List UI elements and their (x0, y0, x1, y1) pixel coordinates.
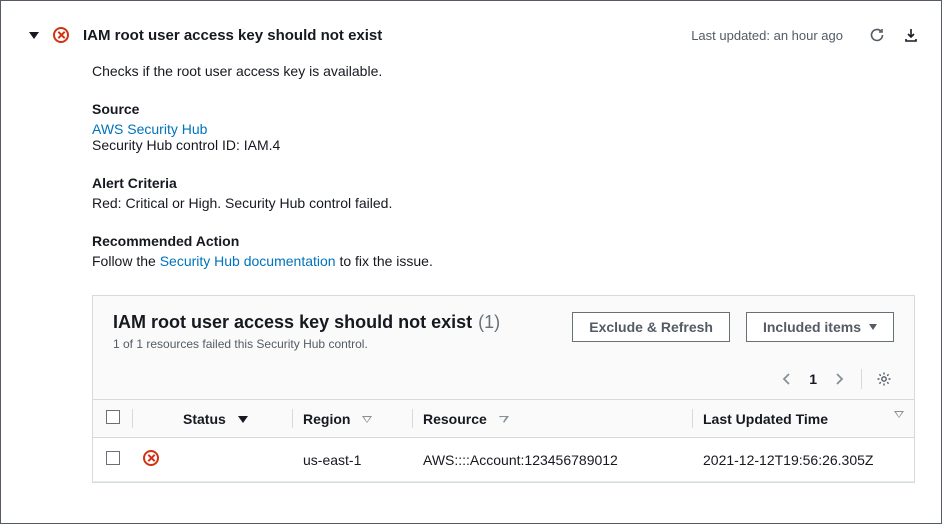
panel-count: (1) (478, 312, 500, 333)
column-region-label: Region (303, 411, 350, 427)
results-panel: IAM root user access key should not exis… (92, 295, 915, 483)
sort-icon (362, 416, 372, 423)
sort-desc-icon (238, 416, 248, 423)
cell-last-updated: 2021-12-12T19:56:26.305Z (693, 438, 914, 482)
recommended-action-section: Recommended Action Follow the Security H… (92, 233, 915, 269)
select-all-checkbox[interactable] (106, 410, 120, 424)
last-updated-label: Last updated: an hour ago (691, 28, 843, 43)
page-number: 1 (809, 371, 817, 387)
chevron-down-icon (869, 324, 877, 330)
exclude-refresh-label: Exclude & Refresh (589, 319, 713, 335)
alert-criteria-section: Alert Criteria Red: Critical or High. Se… (92, 175, 915, 211)
panel-subtitle: 1 of 1 resources failed this Security Hu… (113, 337, 556, 351)
recommended-action-label: Recommended Action (92, 233, 915, 249)
status-fail-icon (53, 27, 69, 43)
cell-region: us-east-1 (293, 438, 413, 482)
control-id-text: Security Hub control ID: IAM.4 (92, 137, 915, 153)
row-checkbox[interactable] (106, 451, 120, 465)
column-status[interactable]: Status (173, 400, 293, 438)
included-items-label: Included items (763, 319, 861, 335)
source-link[interactable]: AWS Security Hub (92, 121, 207, 137)
sort-icon (499, 416, 509, 423)
next-page-icon[interactable] (829, 369, 849, 389)
recommended-suffix: to fix the issue. (336, 253, 433, 269)
documentation-link[interactable]: Security Hub documentation (160, 253, 336, 269)
finding-description: Checks if the root user access key is av… (92, 63, 915, 79)
resources-table: Status Region Resource Last Updated (93, 399, 914, 482)
cell-resource: AWS::::Account:123456789012 (413, 438, 693, 482)
collapse-caret-icon[interactable] (29, 32, 39, 39)
settings-gear-icon[interactable] (874, 369, 894, 389)
row-status-fail-icon (143, 450, 159, 466)
finding-title: IAM root user access key should not exis… (83, 27, 677, 44)
column-last-updated[interactable]: Last Updated Time (693, 400, 914, 438)
alert-criteria-label: Alert Criteria (92, 175, 915, 191)
included-items-button[interactable]: Included items (746, 312, 894, 342)
refresh-icon[interactable] (867, 25, 887, 45)
source-label: Source (92, 101, 915, 117)
column-resource-label: Resource (423, 411, 487, 427)
column-status-label: Status (183, 411, 226, 427)
sort-icon (894, 411, 904, 418)
column-resource[interactable]: Resource (413, 400, 693, 438)
panel-title: IAM root user access key should not exis… (113, 312, 472, 333)
column-region[interactable]: Region (293, 400, 413, 438)
recommended-prefix: Follow the (92, 253, 160, 269)
exclude-refresh-button[interactable]: Exclude & Refresh (572, 312, 730, 342)
pager-divider (861, 369, 862, 389)
column-last-updated-label: Last Updated Time (703, 411, 828, 427)
alert-criteria-text: Red: Critical or High. Security Hub cont… (92, 195, 915, 211)
prev-page-icon[interactable] (777, 369, 797, 389)
source-section: Source AWS Security Hub Security Hub con… (92, 101, 915, 153)
table-row[interactable]: us-east-1 AWS::::Account:123456789012 20… (93, 438, 914, 482)
download-icon[interactable] (901, 25, 921, 45)
